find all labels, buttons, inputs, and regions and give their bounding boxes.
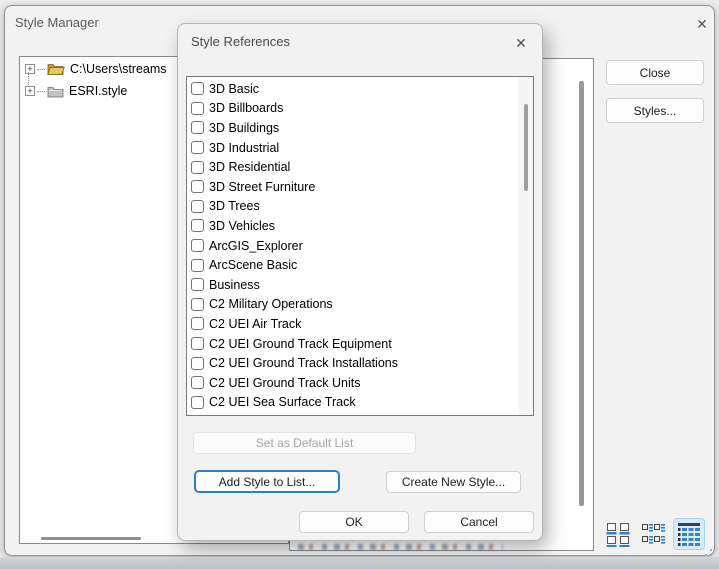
checkbox-icon[interactable] [191, 356, 204, 370]
style-list-item[interactable]: ArcGIS_Explorer [187, 236, 519, 256]
style-list-item-label: C2 UEI Ground Track Equipment [209, 336, 392, 351]
checkbox-icon[interactable] [191, 297, 204, 311]
close-button[interactable]: Close [606, 60, 704, 85]
style-list-item-label: 3D Industrial [209, 140, 280, 155]
close-icon[interactable]: ✕ [691, 13, 713, 35]
checkbox-icon[interactable] [191, 239, 204, 253]
style-list-item-label: 3D Street Furniture [209, 179, 316, 194]
checkbox-icon[interactable] [191, 141, 204, 155]
style-list-item-label: C2 UEI Air Track [209, 316, 302, 331]
set-as-default-list-button: Set as Default List [193, 432, 416, 454]
checkbox-icon[interactable] [191, 376, 204, 390]
expand-icon[interactable]: + [25, 86, 35, 96]
style-list-item[interactable]: 3D Buildings [187, 118, 519, 138]
list-scrollbar-track[interactable] [519, 77, 533, 415]
style-list-item[interactable]: C2 Military Operations [187, 295, 519, 315]
list-view-icon[interactable] [638, 518, 669, 550]
style-list-item[interactable]: Business [187, 275, 519, 295]
cancel-button[interactable]: Cancel [424, 511, 534, 533]
checkbox-icon[interactable] [191, 258, 204, 272]
tree-item-label: C:\Users\streams [70, 62, 167, 76]
style-list-item-label: 3D Basic [209, 81, 260, 96]
style-list-item-label: 3D Vehicles [209, 218, 276, 233]
checkbox-icon[interactable] [191, 219, 204, 233]
style-list-item-label: 3D Billboards [209, 101, 284, 116]
style-list-item-label: ArcGIS_Explorer [209, 238, 303, 253]
window-title: Style Manager [15, 15, 99, 30]
style-references-dialog: Style References ✕ 3D Basic 3D Billboard… [177, 23, 543, 541]
dialog-close-icon[interactable]: ✕ [510, 32, 532, 54]
style-list-item[interactable]: 3D Basic [187, 79, 519, 99]
tree-item-label: ESRI.style [69, 84, 128, 98]
checkbox-icon[interactable] [191, 337, 204, 351]
dialog-title: Style References [191, 34, 290, 49]
style-list-item[interactable]: 3D Street Furniture [187, 177, 519, 197]
checkbox-icon[interactable] [191, 395, 204, 409]
create-new-style-button[interactable]: Create New Style... [386, 471, 521, 493]
tree-horizontal-scrollbar[interactable] [41, 537, 141, 540]
open-folder-icon [47, 62, 65, 76]
style-list-item-label: C2 UEI Sea Surface Track [209, 395, 356, 410]
expand-icon[interactable]: + [25, 64, 35, 74]
tree-connector [37, 90, 45, 92]
details-view-icon[interactable] [673, 518, 705, 550]
style-list-item[interactable]: 3D Trees [187, 197, 519, 217]
style-list-item[interactable]: C2 UEI Ground Track Installations [187, 353, 519, 373]
checkbox-icon[interactable] [191, 121, 204, 135]
style-list-item[interactable]: 3D Industrial [187, 138, 519, 158]
style-list-item-label: 3D Trees [209, 199, 260, 214]
style-list-item-label: 3D Buildings [209, 120, 280, 135]
ok-button[interactable]: OK [299, 511, 409, 533]
style-list-item[interactable]: C2 UEI Sea Surface Track [187, 393, 519, 413]
style-list-item-label: C2 UEI Ground Track Installations [209, 356, 398, 371]
style-list-item[interactable]: C2 UEI Ground Track Equipment [187, 334, 519, 354]
style-references-list: 3D Basic 3D Billboards 3D Buildings 3D I… [186, 76, 534, 416]
style-list-item-label: ArcScene Basic [209, 258, 298, 273]
checkbox-icon[interactable] [191, 317, 204, 331]
style-list-item[interactable]: 3D Residential [187, 157, 519, 177]
checkbox-icon[interactable] [191, 101, 204, 115]
style-list-item[interactable]: 3D Vehicles [187, 216, 519, 236]
checkbox-icon[interactable] [191, 82, 204, 96]
style-list-item-label: Business [209, 277, 260, 292]
large-icons-view-icon[interactable] [603, 518, 634, 550]
tree-connector [37, 68, 45, 70]
style-list-item[interactable]: C2 UEI Air Track [187, 314, 519, 334]
checkbox-icon[interactable] [191, 278, 204, 292]
desktop-background-strip [0, 557, 719, 569]
style-list-item-label: 3D Residential [209, 160, 291, 175]
style-list-item-label: C2 Military Operations [209, 297, 333, 312]
obscured-content-row [298, 544, 503, 550]
style-list-item[interactable]: ArcScene Basic [187, 255, 519, 275]
style-list-rows: 3D Basic 3D Billboards 3D Buildings 3D I… [187, 79, 519, 412]
style-list-item[interactable]: 3D Billboards [187, 99, 519, 119]
checkbox-icon[interactable] [191, 160, 204, 174]
checkbox-icon[interactable] [191, 180, 204, 194]
style-list-item[interactable]: C2 UEI Ground Track Units [187, 373, 519, 393]
view-mode-toolbar [603, 518, 705, 550]
list-scrollbar-thumb[interactable] [524, 104, 528, 191]
style-list-item-label: C2 UEI Ground Track Units [209, 375, 361, 390]
checkbox-icon[interactable] [191, 199, 204, 213]
styles-button[interactable]: Styles... [606, 98, 704, 123]
add-style-to-list-button[interactable]: Add Style to List... [194, 470, 340, 493]
tree-dotted-line [28, 72, 29, 85]
contents-vertical-scrollbar[interactable] [579, 81, 584, 506]
closed-folder-icon [47, 85, 64, 98]
